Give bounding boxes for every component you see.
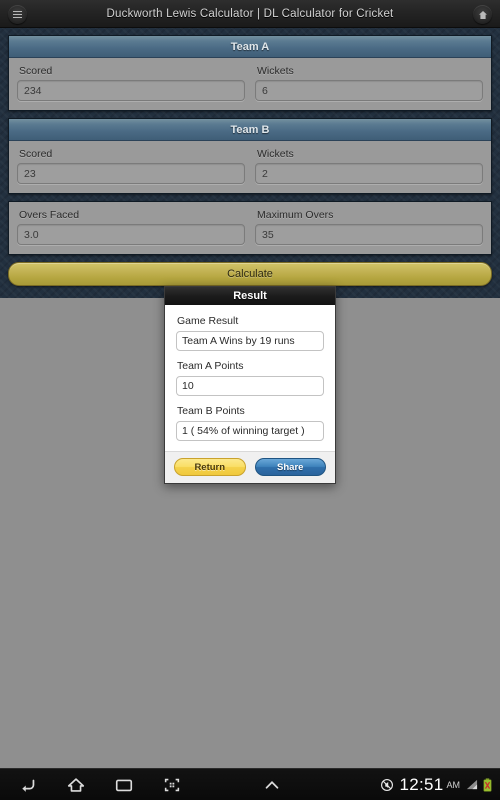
menu-icon	[13, 11, 22, 18]
team-a-wickets-field: Wickets	[255, 63, 483, 101]
overs-faced-input[interactable]	[17, 224, 245, 245]
team-b-scored-field: Scored	[17, 146, 245, 184]
team-b-scored-label: Scored	[19, 148, 53, 160]
screenshot-icon[interactable]	[162, 775, 182, 795]
overs-row: Overs Faced Maximum Overs	[17, 207, 483, 245]
overs-faced-label: Overs Faced	[19, 209, 80, 221]
title-bar: Duckworth Lewis Calculator | DL Calculat…	[0, 0, 500, 28]
dialog-title: Result	[233, 290, 267, 302]
team-a-body: Scored Wickets	[9, 58, 491, 110]
android-navbar: 12:51 AM	[0, 768, 500, 800]
team-a-wickets-input[interactable]	[255, 80, 483, 101]
maximum-overs-input[interactable]	[255, 224, 483, 245]
result-dialog: Result Game Result Team A Points Team B …	[164, 286, 336, 484]
clock-ampm: AM	[446, 779, 461, 790]
team-a-scored-input[interactable]	[17, 80, 245, 101]
home-icon[interactable]	[66, 775, 86, 795]
menu-button[interactable]	[8, 5, 27, 24]
team-a-scored-label: Scored	[19, 65, 53, 77]
maximum-overs-field: Maximum Overs	[255, 207, 483, 245]
mute-icon	[381, 778, 394, 791]
team-a-title: Team A	[230, 40, 270, 53]
overs-card: Overs Faced Maximum Overs	[8, 201, 492, 255]
calculate-button[interactable]: Calculate	[8, 262, 492, 286]
team-b-header: Team B	[9, 119, 491, 141]
team-a-wickets-label: Wickets	[257, 65, 294, 77]
battery-error-icon	[483, 778, 492, 792]
nav-icon-group	[0, 775, 282, 795]
team-a-scored-field: Scored	[17, 63, 245, 101]
team-a-row: Scored Wickets	[17, 63, 483, 101]
signal-icon	[466, 779, 478, 790]
overs-body: Overs Faced Maximum Overs	[9, 202, 491, 254]
game-result-label: Game Result	[177, 315, 239, 327]
back-icon[interactable]	[18, 775, 38, 795]
clock-time: 12:51	[399, 774, 444, 794]
team-b-card: Team B Scored Wickets	[8, 118, 492, 194]
team-b-title: Team B	[230, 123, 270, 136]
status-area: 12:51 AM	[380, 775, 500, 795]
return-button[interactable]: Return	[174, 458, 246, 476]
team-b-points-label: Team B Points	[177, 405, 245, 417]
team-b-row: Scored Wickets	[17, 146, 483, 184]
screen: Duckworth Lewis Calculator | DL Calculat…	[0, 0, 500, 800]
overs-faced-field: Overs Faced	[17, 207, 245, 245]
team-b-wickets-field: Wickets	[255, 146, 483, 184]
home-icon	[478, 10, 487, 19]
dialog-footer: Return Share	[165, 451, 335, 483]
recents-icon[interactable]	[114, 775, 134, 795]
dialog-header: Result	[165, 287, 335, 305]
team-a-points-label: Team A Points	[177, 360, 244, 372]
home-button[interactable]	[473, 5, 492, 24]
team-b-scored-input[interactable]	[17, 163, 245, 184]
maximum-overs-label: Maximum Overs	[257, 209, 334, 221]
dialog-body: Game Result Team A Points Team B Points	[165, 305, 335, 451]
team-b-points-input[interactable]	[176, 421, 324, 441]
chevron-up-icon[interactable]	[262, 775, 282, 795]
team-a-header: Team A	[9, 36, 491, 58]
team-a-points-input[interactable]	[176, 376, 324, 396]
page-title: Duckworth Lewis Calculator | DL Calculat…	[106, 7, 394, 20]
team-b-wickets-label: Wickets	[257, 148, 294, 160]
team-a-card: Team A Scored Wickets	[8, 35, 492, 111]
game-result-input[interactable]	[176, 331, 324, 351]
team-b-wickets-input[interactable]	[255, 163, 483, 184]
app-content: Team A Scored Wickets Team B	[0, 28, 500, 298]
share-button[interactable]: Share	[254, 458, 326, 476]
team-b-body: Scored Wickets	[9, 141, 491, 193]
